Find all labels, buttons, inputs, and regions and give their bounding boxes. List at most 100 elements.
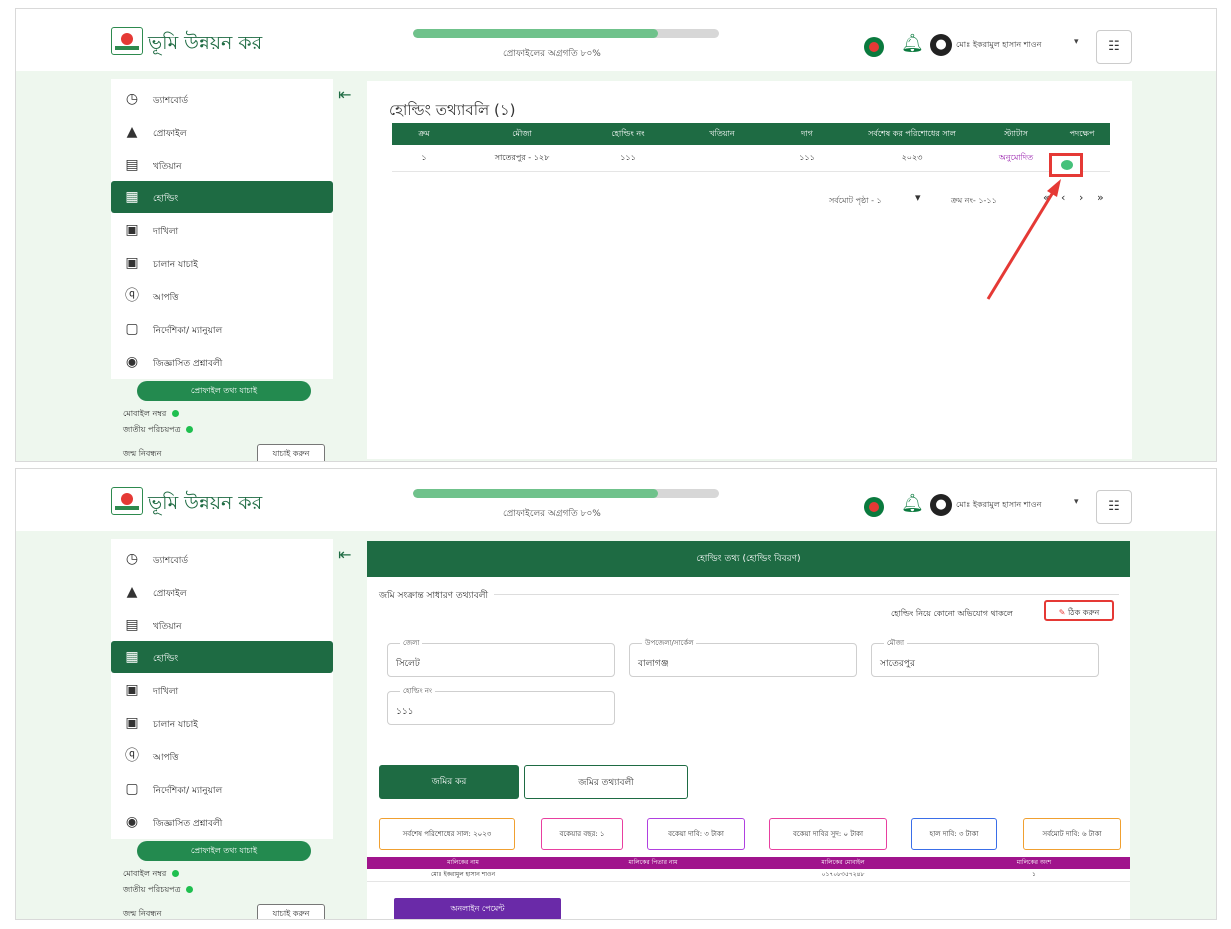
- user-avatar-icon[interactable]: ●: [930, 494, 952, 516]
- last-paid-year-badge: সর্বশেষ পরিশোধের সাল: ২০২৩: [379, 818, 515, 850]
- sidebar-item-dashboard[interactable]: ◷ ড্যাশবোর্ড: [111, 543, 333, 575]
- sidebar-item-faq[interactable]: ◉ জিজ্ঞাসিত প্রশ্নাবলী: [111, 806, 333, 838]
- pager-total-pages: সর্বমোট পৃষ্ঠা - ১: [829, 196, 882, 205]
- column-header: মৌজা: [512, 129, 532, 138]
- next-page-icon[interactable]: ›: [1079, 191, 1083, 204]
- chevron-down-icon[interactable]: ▾: [1074, 37, 1079, 47]
- profile-verify-button[interactable]: প্রোফাইল তথ্য যাচাই: [137, 841, 311, 861]
- status-badge: অনুমোদিত: [998, 153, 1034, 162]
- sidebar-item-holding[interactable]: ▦ হোল্ডিং: [111, 181, 333, 213]
- sidebar-item-profile[interactable]: ▲ প্রোফাইল: [111, 576, 333, 608]
- tab-land-info[interactable]: জমির তথ্যাবলী: [524, 765, 688, 799]
- arrear-demand-badge: বকেয়া দাবি: ৩ টাকা: [647, 818, 745, 850]
- column-header: পদক্ষেপ: [1069, 129, 1095, 138]
- sidebar-item-holding[interactable]: ▦ হোল্ডিং: [111, 641, 333, 673]
- app-title[interactable]: ভূমি উন্নয়ন কর: [148, 29, 262, 61]
- prev-page-icon[interactable]: ‹: [1061, 191, 1065, 204]
- mouza-field[interactable]: মৌজা সাতেরপুর: [871, 637, 1099, 677]
- manual-icon: ▢: [125, 781, 139, 797]
- holding-number-field[interactable]: হোল্ডিং নং ১১১: [387, 685, 615, 725]
- table-cell: মোঃ ইকরামুল হাসান শাওন: [430, 871, 496, 878]
- user-avatar-icon[interactable]: ●: [930, 34, 952, 56]
- table-cell: ২০২৩: [901, 153, 923, 162]
- status-dot-icon: [186, 426, 194, 433]
- user-name[interactable]: মোঃ ইকরামুল হাসান শাওন: [956, 39, 1041, 52]
- holding-icon: ▦: [125, 189, 139, 205]
- logo-icon: [111, 27, 143, 55]
- apps-grid-icon[interactable]: ☷: [1096, 490, 1132, 524]
- section-title: জমি সংক্রান্ত সাধারণ তথ্যাবলী: [379, 588, 495, 603]
- apps-grid-icon[interactable]: ☷: [1096, 30, 1132, 64]
- dob-status: জন্ম নিবন্ধন: [123, 449, 162, 458]
- chevron-down-icon[interactable]: ▾: [915, 191, 921, 204]
- document-icon: ▤: [125, 617, 139, 633]
- profile-progress-bar: [413, 29, 719, 38]
- eye-icon[interactable]: [1049, 153, 1083, 177]
- faq-icon: ◉: [125, 814, 139, 830]
- chevron-down-icon[interactable]: ▾: [1074, 497, 1079, 507]
- sidebar-item-dashboard[interactable]: ◷ ড্যাশবোর্ড: [111, 83, 333, 115]
- pager-range: ক্রম নং- ১-১১: [951, 196, 997, 205]
- dob-status: জন্ম নিবন্ধন: [123, 909, 162, 918]
- verify-icon: ▣: [125, 715, 139, 731]
- sidebar-item-manual[interactable]: ▢ নির্দেশিকা/ ম্যানুয়াল: [111, 773, 333, 805]
- holding-icon: ▦: [125, 649, 139, 665]
- bell-icon[interactable]: 🔔︎: [901, 495, 924, 513]
- sidebar-item-objection[interactable]: ⓠ আপত্তি: [111, 740, 333, 772]
- sidebar-item-dakhila[interactable]: ▣ দাখিলা: [111, 674, 333, 706]
- table-cell: ১: [1032, 871, 1036, 878]
- bell-icon[interactable]: 🔔︎: [901, 35, 924, 53]
- bangladesh-flag-icon[interactable]: [864, 37, 884, 57]
- mobile-status: মোবাইল নম্বর: [123, 408, 180, 421]
- sidebar-item-challan-verify[interactable]: ▣ চালান যাচাই: [111, 707, 333, 739]
- sidebar-item-faq[interactable]: ◉ জিজ্ঞাসিত প্রশ্নাবলী: [111, 346, 333, 378]
- menu-collapse-icon[interactable]: ⇤: [338, 85, 351, 104]
- nid-status: জাতীয় পরিচয়পত্র: [123, 884, 194, 897]
- district-field[interactable]: জেলা সিলেট: [387, 637, 615, 677]
- menu-collapse-icon[interactable]: ⇤: [338, 545, 351, 564]
- upazila-field[interactable]: উপজেলা/সার্কেল বালাগঞ্জ: [629, 637, 857, 677]
- screen-holding-detail: ভূমি উন্নয়ন কর প্রোফাইলের অগ্রগতি ৮০% 🔔…: [15, 468, 1217, 920]
- holding-list-content: হোল্ডিং তথ্যাবলি (১) ক্রম মৌজা হোল্ডিং ন…: [367, 81, 1132, 459]
- dashboard-icon: ◷: [125, 91, 139, 107]
- bangladesh-flag-icon[interactable]: [864, 497, 884, 517]
- table-cell: সাতেরপুর - ১২৮: [494, 153, 550, 162]
- logo-icon: [111, 487, 143, 515]
- profile-verify-button[interactable]: প্রোফাইল তথ্য যাচাই: [137, 381, 311, 401]
- sidebar-item-dakhila[interactable]: ▣ দাখিলা: [111, 214, 333, 246]
- top-bar: ভূমি উন্নয়ন কর প্রোফাইলের অগ্রগতি ৮০% 🔔…: [16, 469, 1216, 531]
- user-name[interactable]: মোঃ ইকরামুল হাসান শাওন: [956, 499, 1041, 512]
- total-demand-badge: সর্বমোট দাবি: ৬ টাকা: [1023, 818, 1121, 850]
- sidebar-item-manual[interactable]: ▢ নির্দেশিকা/ ম্যানুয়াল: [111, 313, 333, 345]
- verify-dob-button[interactable]: যাচাই করুন: [257, 904, 325, 919]
- column-header: খতিয়ান: [709, 129, 735, 138]
- holding-detail-content: হোল্ডিং তথ্য (হোল্ডিং বিবরণ) জমি সংক্রান…: [367, 541, 1130, 919]
- manual-icon: ▢: [125, 321, 139, 337]
- status-dot-icon: [186, 886, 194, 893]
- online-payment-button[interactable]: অনলাইন পেমেন্ট: [394, 898, 561, 919]
- verify-dob-button[interactable]: যাচাই করুন: [257, 444, 325, 461]
- sidebar-item-profile[interactable]: ▲ প্রোফাইল: [111, 116, 333, 148]
- column-header: ক্রম: [418, 129, 430, 138]
- current-demand-badge: হাল দাবি: ৩ টাকা: [911, 818, 997, 850]
- page-title: হোল্ডিং তথ্যাবলি (১): [389, 101, 516, 119]
- edit-icon: ✎: [1058, 608, 1066, 617]
- sidebar-item-objection[interactable]: ⓠ আপত্তি: [111, 280, 333, 312]
- receipt-icon: ▣: [125, 222, 139, 238]
- first-page-icon[interactable]: «: [1043, 191, 1050, 204]
- sidebar-item-khatian[interactable]: ▤ খতিয়ান: [111, 149, 333, 181]
- sidebar-item-challan-verify[interactable]: ▣ চালান যাচাই: [111, 247, 333, 279]
- arrear-interest-badge: বকেয়া দাবির সুদ: ০ টাকা: [769, 818, 887, 850]
- profile-progress-bar: [413, 489, 719, 498]
- column-header: মালিকের অংশ: [1016, 859, 1052, 866]
- faq-icon: ◉: [125, 354, 139, 370]
- user-icon: ▲: [126, 124, 138, 140]
- last-page-icon[interactable]: »: [1097, 191, 1104, 204]
- table-cell: ১১১: [799, 153, 815, 162]
- app-title[interactable]: ভূমি উন্নয়ন কর: [148, 489, 262, 521]
- column-header: স্ট্যাটাস: [1004, 129, 1028, 138]
- verify-icon: ▣: [125, 255, 139, 271]
- fix-button[interactable]: ✎ ঠিক করুন: [1044, 600, 1114, 621]
- sidebar-item-khatian[interactable]: ▤ খতিয়ান: [111, 609, 333, 641]
- tab-land-tax[interactable]: জমির কর: [379, 765, 519, 799]
